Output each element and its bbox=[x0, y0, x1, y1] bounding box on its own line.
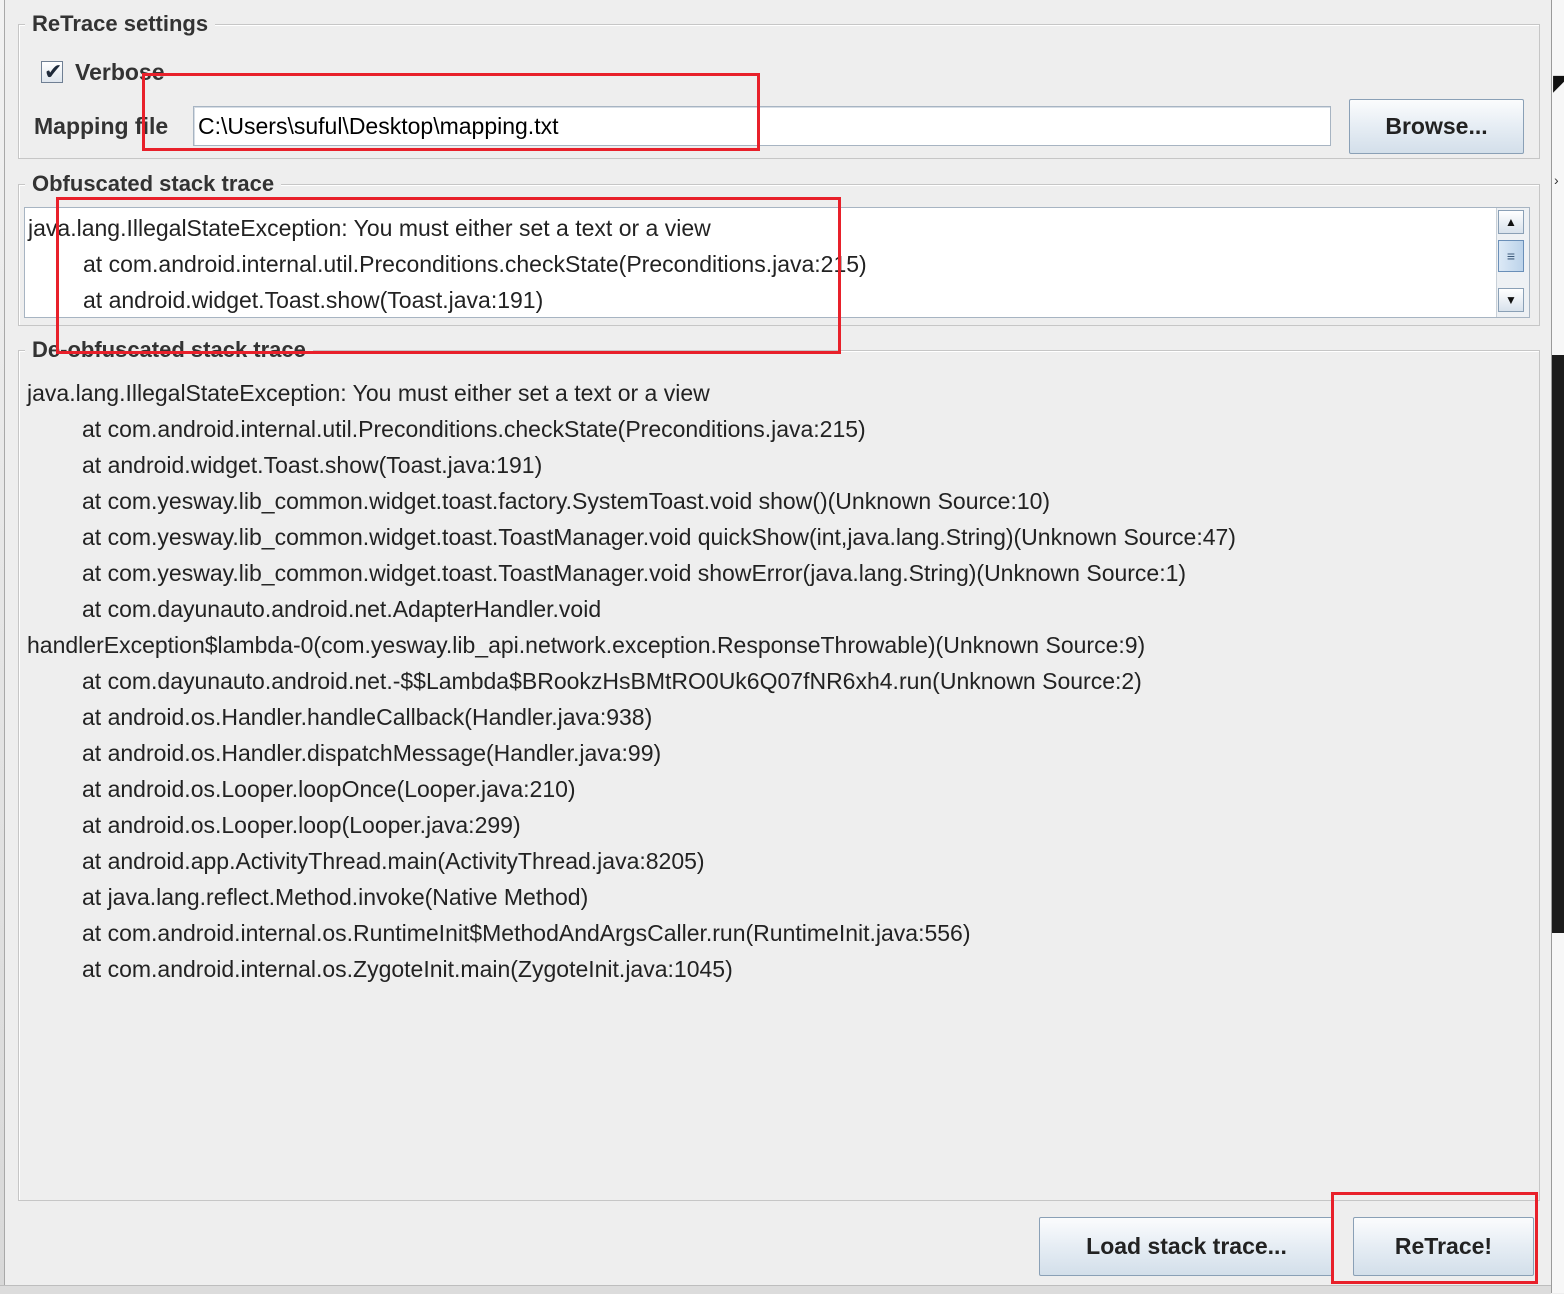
deobfuscated-line: at com.dayunauto.android.net.AdapterHand… bbox=[82, 596, 602, 622]
deobfuscated-line: at android.os.Looper.loopOnce(Looper.jav… bbox=[82, 776, 576, 802]
retrace-window: ReTrace settings ✔ Verbose Mapping file … bbox=[0, 0, 1551, 1294]
deobfuscated-line: at com.dayunauto.android.net.-$$Lambda$B… bbox=[82, 668, 1142, 694]
deobfuscated-line: at com.android.internal.os.ZygoteInit.ma… bbox=[82, 956, 733, 982]
deobfuscated-line: handlerException$lambda-0(com.yesway.lib… bbox=[27, 632, 1146, 658]
deobfuscated-line: at android.os.Handler.handleCallback(Han… bbox=[82, 704, 653, 730]
background-dark-region bbox=[1552, 355, 1564, 933]
arrow-icon: ◤ bbox=[1553, 70, 1564, 95]
background-desktop-strip: ◤ › bbox=[1551, 0, 1564, 1293]
mapping-file-input[interactable]: C:\Users\suful\Desktop\mapping.txt bbox=[193, 106, 1331, 146]
obfuscated-trace-textarea[interactable]: java.lang.IllegalStateException: You mus… bbox=[24, 207, 1530, 318]
load-stack-trace-button[interactable]: Load stack trace... bbox=[1039, 1217, 1334, 1276]
deobfuscated-line: at com.android.internal.os.RuntimeInit$M… bbox=[82, 920, 971, 946]
verbose-checkbox[interactable]: ✔ bbox=[41, 59, 63, 84]
deobfuscated-line: at android.widget.Toast.show(Toast.java:… bbox=[82, 452, 543, 478]
chevron-right-icon: › bbox=[1554, 172, 1559, 188]
retrace-button[interactable]: ReTrace! bbox=[1353, 1217, 1534, 1276]
verbose-label[interactable]: Verbose bbox=[75, 59, 165, 86]
obfuscated-scrollbar[interactable]: ▲ ≡ ▼ bbox=[1496, 208, 1529, 317]
background-window-edge bbox=[0, 0, 5, 1293]
deobfuscated-line: java.lang.IllegalStateException: You mus… bbox=[27, 380, 710, 406]
arrow-up-icon[interactable]: ▲ bbox=[1498, 210, 1524, 234]
deobfuscated-line: at com.yesway.lib_common.widget.toast.To… bbox=[82, 560, 1187, 586]
obfuscated-line: at android.widget.Toast.show(Toast.java:… bbox=[83, 287, 544, 313]
obfuscated-trace-legend: Obfuscated stack trace bbox=[25, 171, 282, 197]
arrow-down-icon[interactable]: ▼ bbox=[1498, 288, 1524, 312]
browse-button[interactable]: Browse... bbox=[1349, 99, 1524, 154]
mapping-file-label: Mapping file bbox=[34, 113, 169, 139]
deobfuscated-line: at android.app.ActivityThread.main(Activ… bbox=[82, 848, 705, 874]
obfuscated-line: java.lang.IllegalStateException: You mus… bbox=[28, 215, 711, 241]
retrace-settings-legend: ReTrace settings bbox=[25, 11, 216, 37]
deobfuscated-line: at com.android.internal.util.Preconditio… bbox=[82, 416, 866, 442]
deobfuscated-line: at com.yesway.lib_common.widget.toast.To… bbox=[82, 524, 1236, 550]
grip-icon: ≡ bbox=[1506, 248, 1516, 264]
scrollbar-thumb[interactable]: ≡ bbox=[1498, 240, 1524, 272]
deobfuscated-line: at android.os.Looper.loop(Looper.java:29… bbox=[82, 812, 521, 838]
deobfuscated-line: at com.yesway.lib_common.widget.toast.fa… bbox=[82, 488, 1051, 514]
deobfuscated-trace-text[interactable]: java.lang.IllegalStateException: You mus… bbox=[24, 374, 1530, 1194]
deobfuscated-line: at android.os.Handler.dispatchMessage(Ha… bbox=[82, 740, 662, 766]
deobfuscated-trace-legend: De-obfuscated stack trace bbox=[25, 337, 313, 363]
deobfuscated-line: at java.lang.reflect.Method.invoke(Nativ… bbox=[82, 884, 589, 910]
checkmark-icon: ✔ bbox=[44, 59, 63, 84]
obfuscated-line: at com.android.internal.util.Preconditio… bbox=[83, 251, 867, 277]
